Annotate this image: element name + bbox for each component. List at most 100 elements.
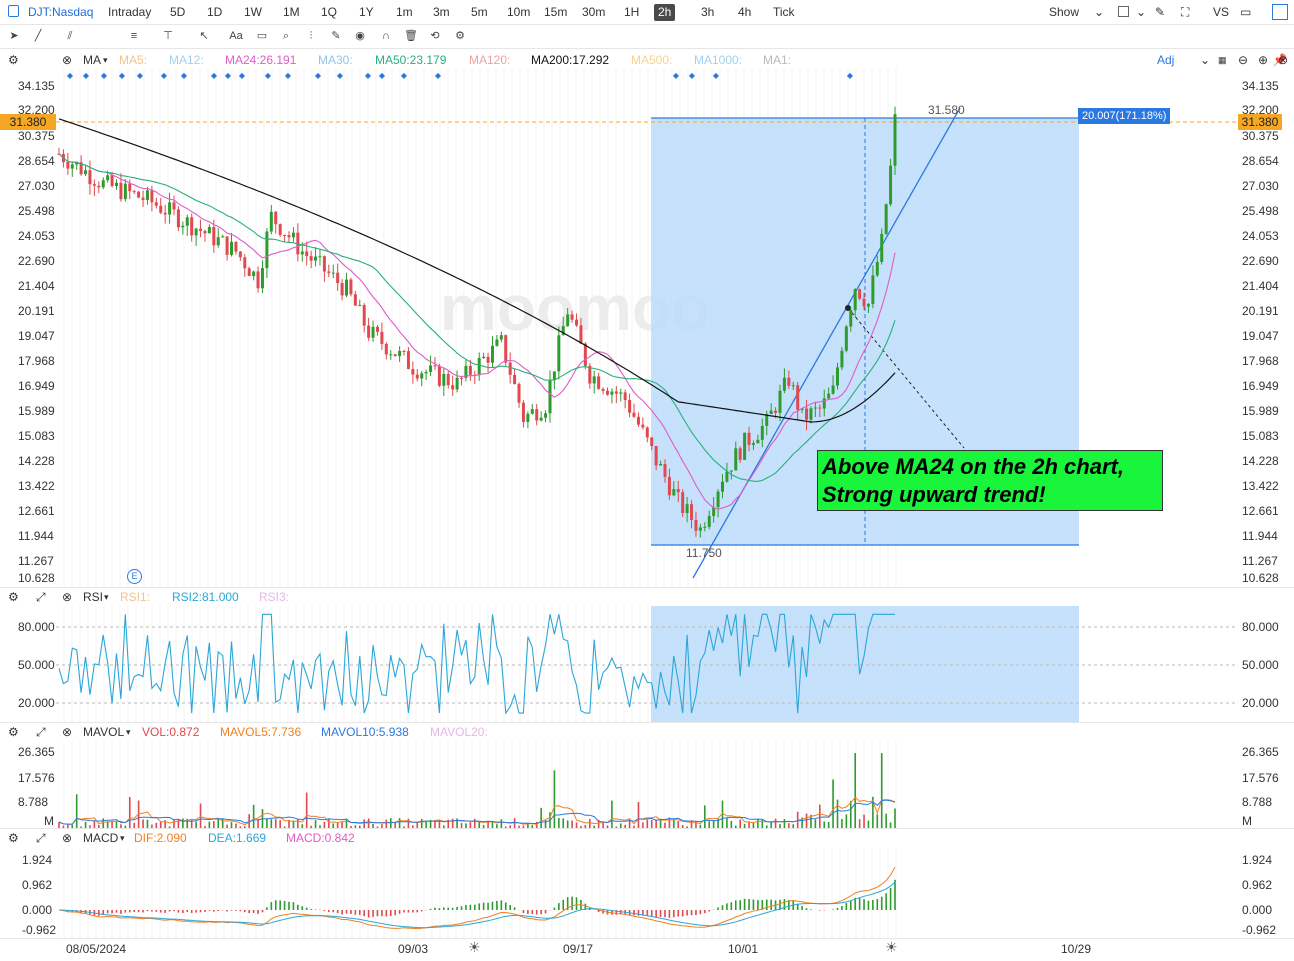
chevron-down-icon[interactable]: ▾ bbox=[126, 724, 131, 740]
event-marker[interactable]: ◆ bbox=[83, 71, 90, 80]
event-marker[interactable]: ◆ bbox=[337, 71, 344, 80]
fib-icon[interactable]: ≡ bbox=[126, 28, 142, 44]
panel-icon[interactable] bbox=[1272, 4, 1288, 20]
event-marker[interactable]: ◆ bbox=[211, 71, 218, 80]
arrow-icon[interactable]: ↖ bbox=[196, 28, 212, 44]
magnet-icon[interactable]: ∩ bbox=[378, 28, 394, 44]
event-marker[interactable]: ◆ bbox=[239, 71, 246, 80]
tab-5d[interactable]: 5D bbox=[166, 4, 189, 21]
price-tick-label: 24.053 bbox=[1242, 229, 1279, 243]
tab-1q[interactable]: 1Q bbox=[317, 4, 341, 21]
event-marker[interactable]: ◆ bbox=[435, 71, 442, 80]
settings-icon[interactable]: ⚙ bbox=[8, 589, 19, 605]
chevron-down-icon[interactable]: ⌄ bbox=[1136, 4, 1146, 21]
macd-chart[interactable] bbox=[0, 848, 1294, 938]
volume-chart[interactable] bbox=[0, 742, 1294, 828]
chevron-down-icon[interactable]: ⌄ bbox=[1094, 4, 1104, 21]
tab-1m[interactable]: 1M bbox=[279, 4, 304, 21]
close-icon[interactable]: ⊗ bbox=[62, 724, 72, 740]
zoom-out-icon[interactable]: ⊖ bbox=[1238, 52, 1248, 68]
pencil-icon[interactable]: ✎ bbox=[1155, 4, 1165, 21]
earnings-icon[interactable]: E bbox=[127, 569, 142, 584]
event-marker[interactable]: ◆ bbox=[285, 71, 292, 80]
tab-1y[interactable]: 1Y bbox=[355, 4, 378, 21]
symbol-label[interactable]: DJT:Nasdaq bbox=[28, 4, 93, 21]
comment-icon[interactable]: ▭ bbox=[254, 28, 270, 44]
sync-icon[interactable]: ⟲ bbox=[427, 28, 443, 44]
channel-icon[interactable]: ⫽ bbox=[62, 28, 78, 44]
zoom-icon[interactable]: ⌕ bbox=[278, 28, 294, 44]
tab-5m[interactable]: 5m bbox=[467, 4, 492, 21]
event-marker[interactable]: ◆ bbox=[119, 71, 126, 80]
event-marker[interactable]: ◆ bbox=[161, 71, 168, 80]
log-scale-icon[interactable]: ▦ bbox=[1218, 52, 1227, 68]
chevron-down-icon[interactable]: ▾ bbox=[120, 830, 125, 846]
zoom-in-icon[interactable]: ⊕ bbox=[1258, 52, 1268, 68]
chevron-down-icon[interactable]: ▾ bbox=[104, 589, 109, 605]
event-marker[interactable]: ◆ bbox=[67, 71, 74, 80]
expand-icon[interactable]: ⤢ bbox=[36, 724, 46, 740]
event-marker[interactable]: ◆ bbox=[689, 71, 696, 80]
settings-icon[interactable]: ⚙ bbox=[8, 724, 19, 740]
macd-histogram-bar bbox=[389, 910, 392, 917]
close-icon[interactable]: ⊗ bbox=[62, 830, 72, 846]
tab-1m[interactable]: 1m bbox=[392, 4, 417, 21]
event-marker[interactable]: ◆ bbox=[265, 71, 272, 80]
tab-10m[interactable]: 10m bbox=[503, 4, 534, 21]
settings-icon[interactable]: ⚙ bbox=[8, 52, 19, 68]
compare-button[interactable]: VS bbox=[1213, 4, 1229, 21]
macd-histogram-bar bbox=[894, 879, 896, 910]
indicator-icon[interactable]: ⫶ bbox=[303, 28, 319, 44]
candle-body bbox=[849, 310, 853, 327]
chevron-down-icon[interactable]: ▾ bbox=[103, 52, 108, 68]
macd-indicator-label[interactable]: MACD bbox=[83, 830, 118, 846]
tab-30m[interactable]: 30m bbox=[578, 4, 609, 21]
tab-intraday[interactable]: Intraday bbox=[104, 4, 155, 21]
adj-dropdown[interactable]: Adj bbox=[1157, 52, 1174, 68]
tab-3h[interactable]: 3h bbox=[697, 4, 718, 21]
book-icon[interactable]: ▭ bbox=[1240, 4, 1251, 21]
chevron-down-icon[interactable]: ⌄ bbox=[1200, 52, 1210, 68]
tab-1w[interactable]: 1W bbox=[240, 4, 266, 21]
event-marker[interactable]: ◆ bbox=[673, 71, 680, 80]
mavol-indicator-label[interactable]: MAVOL bbox=[83, 724, 124, 740]
event-marker[interactable]: ◆ bbox=[847, 71, 854, 80]
rsi-indicator-label[interactable]: RSI bbox=[83, 589, 103, 605]
settings-icon[interactable]: ⚙ bbox=[8, 830, 19, 846]
event-marker[interactable]: ◆ bbox=[379, 71, 386, 80]
event-marker[interactable]: ◆ bbox=[315, 71, 322, 80]
event-marker[interactable]: ◆ bbox=[401, 71, 408, 80]
expand-icon[interactable]: ⤢ bbox=[36, 830, 46, 846]
fullscreen-icon[interactable]: ⛶ bbox=[1181, 4, 1189, 21]
tab-1d[interactable]: 1D bbox=[203, 4, 226, 21]
tab-4h[interactable]: 4h bbox=[734, 4, 755, 21]
eye-icon[interactable]: ◉ bbox=[352, 28, 368, 44]
layout-icon[interactable] bbox=[1118, 6, 1129, 17]
annotation-box[interactable]: Above MA24 on the 2h chart, Strong upwar… bbox=[817, 450, 1163, 511]
show-dropdown[interactable]: Show bbox=[1049, 4, 1079, 21]
pencil-icon[interactable]: ✎ bbox=[328, 28, 344, 44]
event-marker[interactable]: ◆ bbox=[225, 71, 232, 80]
close-icon[interactable]: ⊗ bbox=[62, 52, 72, 68]
trash-icon[interactable]: 🗑 bbox=[403, 28, 419, 44]
event-marker[interactable]: ◆ bbox=[365, 71, 372, 80]
tab-1h[interactable]: 1H bbox=[620, 4, 643, 21]
close-icon[interactable]: ⊗ bbox=[1278, 52, 1288, 68]
tab-15m[interactable]: 15m bbox=[540, 4, 571, 21]
rsi-chart[interactable] bbox=[0, 606, 1294, 722]
text-icon[interactable]: Aa bbox=[228, 28, 244, 44]
expand-icon[interactable]: ⤢ bbox=[36, 589, 46, 605]
cursor-icon[interactable]: ➤ bbox=[6, 28, 22, 44]
tab-3m[interactable]: 3m bbox=[429, 4, 454, 21]
settings-icon[interactable]: ⚙ bbox=[452, 28, 468, 44]
line-icon[interactable]: ╱ bbox=[30, 28, 46, 44]
tab-tick[interactable]: Tick bbox=[769, 4, 799, 21]
event-marker[interactable]: ◆ bbox=[137, 71, 144, 80]
close-icon[interactable]: ⊗ bbox=[62, 589, 72, 605]
ruler-icon[interactable]: ⊤ bbox=[160, 28, 176, 44]
event-marker[interactable]: ◆ bbox=[713, 71, 720, 80]
ma-indicator-label[interactable]: MA bbox=[83, 52, 101, 68]
event-marker[interactable]: ◆ bbox=[181, 71, 188, 80]
event-marker[interactable]: ◆ bbox=[101, 71, 108, 80]
tab-2h[interactable]: 2h bbox=[654, 4, 676, 21]
